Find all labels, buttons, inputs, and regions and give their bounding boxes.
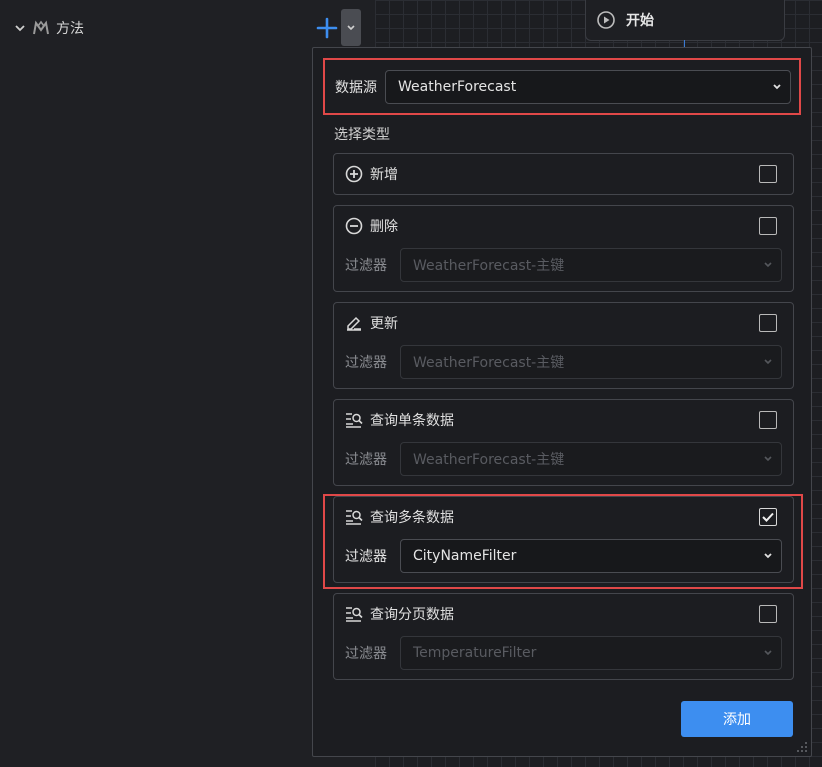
filter-row: 过滤器 WeatherForecast-主键 (345, 345, 782, 379)
card-query-multiple[interactable]: 查询多条数据 过滤器 CityNameFilter (333, 496, 794, 583)
filter-value: TemperatureFilter (413, 645, 537, 661)
card-delete[interactable]: 删除 过滤器 WeatherForecast-主键 (333, 205, 794, 292)
filter-select[interactable]: WeatherForecast-主键 (400, 248, 782, 282)
start-node-label: 开始 (626, 13, 654, 29)
filter-row: 过滤器 WeatherForecast-主键 (345, 442, 782, 476)
chevron-down-icon (764, 456, 772, 462)
add-button[interactable]: 添加 (681, 701, 793, 737)
datasource-row: 数据源 WeatherForecast (323, 58, 801, 115)
card-checkbox[interactable] (759, 605, 777, 623)
datasource-value: WeatherForecast (398, 78, 517, 95)
card-query-paged[interactable]: 查询分页数据 过滤器 TemperatureFilter (333, 593, 794, 680)
filter-value: WeatherForecast-主键 (413, 258, 565, 274)
card-checkbox-checked[interactable] (759, 508, 777, 526)
card-head: 新增 (345, 164, 398, 184)
search-list-icon (346, 607, 363, 622)
check-icon (762, 512, 774, 522)
filter-row: 过滤器 CityNameFilter (345, 539, 782, 573)
filter-select[interactable]: CityNameFilter (400, 539, 782, 573)
minus-circle-icon (345, 217, 363, 235)
filter-select[interactable]: WeatherForecast-主键 (400, 442, 782, 476)
filter-label: 过滤器 (345, 549, 387, 565)
filter-label: 过滤器 (345, 646, 387, 662)
card-query-single[interactable]: 查询单条数据 过滤器 WeatherForecast-主键 (333, 399, 794, 486)
card-head: 更新 (345, 313, 398, 333)
edit-icon (347, 316, 361, 331)
chevron-down-icon (764, 262, 772, 268)
plus-circle-icon (345, 165, 363, 183)
filter-select[interactable]: TemperatureFilter (400, 636, 782, 670)
card-title: 新增 (370, 167, 398, 183)
card-checkbox[interactable] (759, 217, 777, 235)
filter-label: 过滤器 (345, 355, 387, 371)
filter-row: 过滤器 TemperatureFilter (345, 636, 782, 670)
filter-label: 过滤器 (345, 258, 387, 274)
card-head: 查询分页数据 (345, 604, 454, 624)
play-circle-icon (597, 11, 615, 29)
filter-label: 过滤器 (345, 452, 387, 468)
filter-value: WeatherForecast-主键 (413, 452, 565, 468)
method-icon (33, 20, 49, 35)
section-title: 选择类型 (334, 127, 390, 143)
start-node[interactable]: 开始 (585, 0, 785, 41)
card-title: 删除 (370, 219, 398, 235)
add-plus-icon[interactable] (316, 17, 338, 39)
tree-label: 方法 (56, 21, 84, 37)
card-head: 删除 (345, 216, 398, 236)
chevron-down-icon (773, 83, 781, 89)
search-list-icon (346, 510, 363, 525)
add-method-panel: 数据源 WeatherForecast 选择类型 新增 删除 过滤器 Weath… (312, 47, 812, 757)
card-checkbox[interactable] (759, 314, 777, 332)
tree-row-methods[interactable]: 方法 (14, 16, 84, 40)
card-checkbox[interactable] (759, 411, 777, 429)
filter-select[interactable]: WeatherForecast-主键 (400, 345, 782, 379)
chevron-down-icon (347, 24, 355, 30)
search-list-icon (346, 413, 363, 428)
card-create[interactable]: 新增 (333, 153, 794, 195)
chevron-down-icon (764, 359, 772, 365)
datasource-select[interactable]: WeatherForecast (385, 69, 791, 104)
card-update[interactable]: 更新 过滤器 WeatherForecast-主键 (333, 302, 794, 389)
resize-grip-icon[interactable] (796, 741, 808, 753)
card-title: 查询多条数据 (370, 510, 454, 526)
card-title: 更新 (370, 316, 398, 332)
card-head: 查询多条数据 (345, 507, 454, 527)
filter-value: WeatherForecast-主键 (413, 355, 565, 371)
datasource-label: 数据源 (335, 79, 377, 96)
add-dropdown-button[interactable] (341, 9, 361, 46)
chevron-down-icon (764, 553, 772, 559)
card-title: 查询分页数据 (370, 607, 454, 623)
card-title: 查询单条数据 (370, 413, 454, 429)
chevron-down-icon[interactable] (14, 22, 26, 34)
card-checkbox[interactable] (759, 165, 777, 183)
filter-value: CityNameFilter (413, 548, 517, 564)
chevron-down-icon (764, 650, 772, 656)
filter-row: 过滤器 WeatherForecast-主键 (345, 248, 782, 282)
card-head: 查询单条数据 (345, 410, 454, 430)
